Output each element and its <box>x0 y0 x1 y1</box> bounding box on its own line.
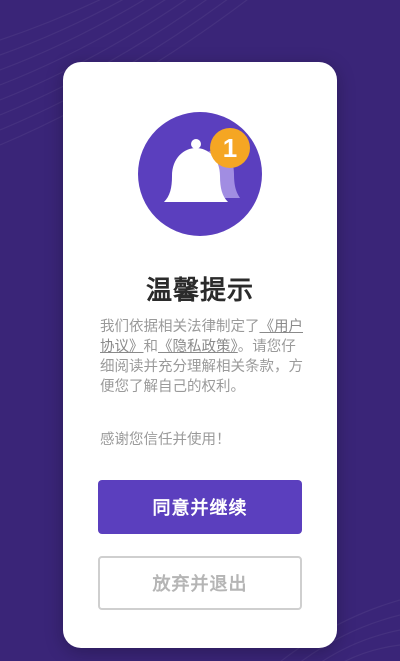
privacy-policy-link[interactable]: 《隐私政策》 <box>158 339 238 355</box>
exit-button-label: 放弃并退出 <box>152 574 248 595</box>
body-prefix: 我们依据相关法律制定了 <box>100 319 260 335</box>
notification-bell-icon: 1 <box>138 112 262 236</box>
dialog-title: 温馨提示 <box>145 276 254 306</box>
agree-and-continue-button[interactable]: 同意并继续 <box>98 480 302 534</box>
dialog-body-text: 我们依据相关法律制定了《用户协议》和《隐私政策》。请您仔细阅读并充分理解相关条款… <box>100 317 303 397</box>
agree-button-label: 同意并继续 <box>152 498 248 519</box>
thanks-text: 感谢您信任并使用！ <box>100 432 231 448</box>
decline-and-exit-button[interactable]: 放弃并退出 <box>98 556 302 610</box>
body-and: 和 <box>143 339 159 355</box>
notification-count-badge: 1 <box>223 133 237 163</box>
privacy-notice-dialog: 1 温馨提示 我们依据相关法律制定了《用户协议》和《隐私政策》。请您仔细阅读并充… <box>63 62 337 648</box>
